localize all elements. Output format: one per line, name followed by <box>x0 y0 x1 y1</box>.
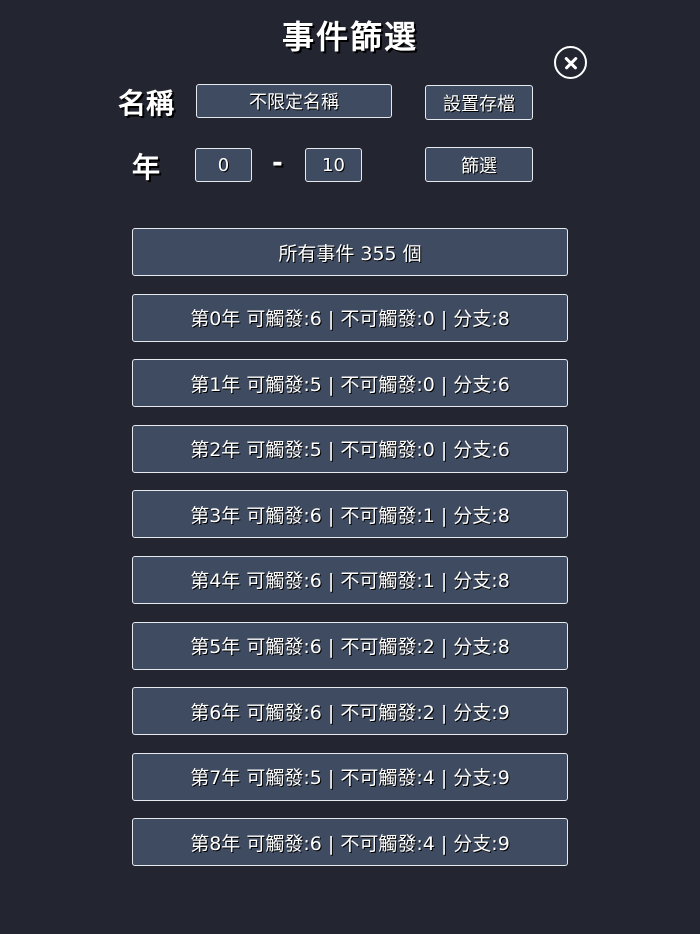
event-list: 所有事件 355 個 第0年 可觸發:6 | 不可觸發:0 | 分支:8 第1年… <box>132 228 568 884</box>
year-7-button[interactable]: 第7年 可觸發:5 | 不可觸發:4 | 分支:9 <box>132 752 568 801</box>
name-label: 名稱 <box>118 87 175 120</box>
year-1-button[interactable]: 第1年 可觸發:5 | 不可觸發:0 | 分支:6 <box>132 359 568 408</box>
year-0-button[interactable]: 第0年 可觸發:6 | 不可觸發:0 | 分支:8 <box>132 293 568 342</box>
name-input[interactable]: 不限定名稱 <box>196 84 392 118</box>
year-8-button[interactable]: 第8年 可觸發:6 | 不可觸發:4 | 分支:9 <box>132 818 568 867</box>
year-range-separator: - <box>272 148 283 178</box>
close-button[interactable] <box>554 46 587 79</box>
year-5-button[interactable]: 第5年 可觸發:6 | 不可觸發:2 | 分支:8 <box>132 621 568 670</box>
year-from-input[interactable]: 0 <box>195 148 252 182</box>
all-events-button[interactable]: 所有事件 355 個 <box>132 228 568 276</box>
save-settings-button[interactable]: 設置存檔 <box>425 85 533 120</box>
year-6-button[interactable]: 第6年 可觸發:6 | 不可觸發:2 | 分支:9 <box>132 687 568 736</box>
filter-button[interactable]: 篩選 <box>425 147 533 182</box>
year-label: 年 <box>132 151 161 184</box>
year-to-input[interactable]: 10 <box>305 148 362 182</box>
year-3-button[interactable]: 第3年 可觸發:6 | 不可觸發:1 | 分支:8 <box>132 490 568 539</box>
page-title: 事件篩選 <box>281 18 418 56</box>
year-2-button[interactable]: 第2年 可觸發:5 | 不可觸發:0 | 分支:6 <box>132 424 568 473</box>
year-4-button[interactable]: 第4年 可觸發:6 | 不可觸發:1 | 分支:8 <box>132 555 568 604</box>
